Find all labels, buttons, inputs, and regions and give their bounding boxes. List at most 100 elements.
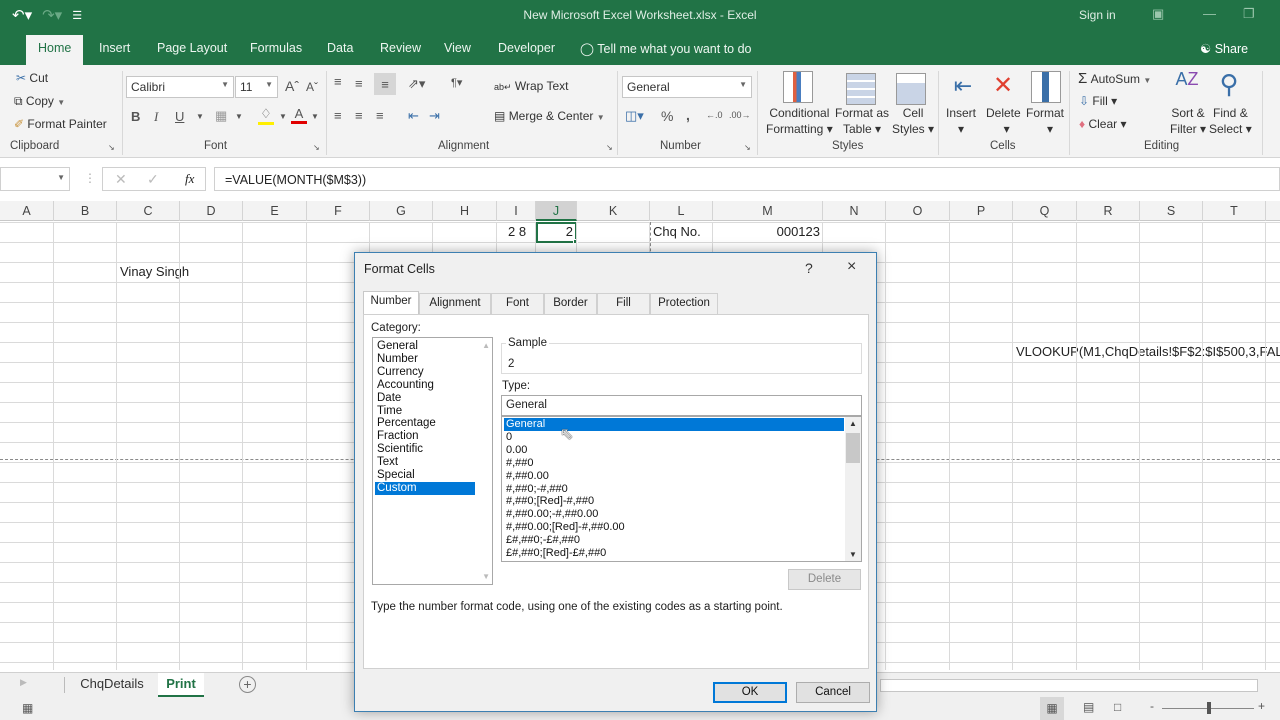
- type-list-item[interactable]: 0: [504, 431, 844, 444]
- cell-l1[interactable]: Chq No.: [653, 224, 701, 239]
- dialog-tab-fill[interactable]: Fill: [597, 293, 650, 314]
- percent-style-button[interactable]: %: [661, 108, 673, 124]
- tab-home[interactable]: Home: [26, 35, 84, 65]
- column-header-a[interactable]: A: [0, 201, 54, 221]
- increase-decimal-icon[interactable]: ←.0: [706, 110, 723, 120]
- type-list-item[interactable]: £#,##0;[Red]-£#,##0: [504, 547, 844, 560]
- underline-button[interactable]: U: [175, 109, 184, 124]
- scroll-down-icon[interactable]: ▼: [849, 550, 857, 559]
- autosum-button[interactable]: Σ AutoSum ▼: [1078, 70, 1151, 87]
- category-item-scientific[interactable]: Scientific: [375, 443, 475, 456]
- cell-i1[interactable]: 2 8: [508, 224, 526, 239]
- column-header-j[interactable]: J: [536, 201, 577, 221]
- column-header-q[interactable]: Q: [1013, 201, 1077, 221]
- type-list-item[interactable]: #,##0.00;[Red]-#,##0.00: [504, 521, 844, 534]
- insert-button[interactable]: Insert ▾: [946, 105, 976, 137]
- dialog-tab-border[interactable]: Border: [544, 293, 597, 314]
- format-as-table-button[interactable]: Format as Table ▾: [835, 105, 889, 137]
- column-header-k[interactable]: K: [577, 201, 650, 221]
- clear-button[interactable]: ♦ Clear ▾: [1079, 117, 1127, 131]
- zoom-in-icon[interactable]: +: [1258, 699, 1265, 713]
- borders-icon[interactable]: ▦: [215, 108, 227, 124]
- minimize-icon[interactable]: —: [1203, 6, 1216, 21]
- increase-font-size-icon[interactable]: Aˆ: [285, 78, 299, 94]
- type-list-scrollbar[interactable]: ▲ ▼: [845, 417, 861, 561]
- column-header-b[interactable]: B: [54, 201, 117, 221]
- type-list-item[interactable]: #,##0;[Red]-#,##0: [504, 495, 844, 508]
- font-size-select[interactable]: 11 ▼: [235, 76, 278, 98]
- category-item-accounting[interactable]: Accounting: [375, 379, 475, 392]
- column-header-t[interactable]: T: [1203, 201, 1266, 221]
- zoom-slider-thumb[interactable]: [1207, 702, 1211, 714]
- chevron-down-icon[interactable]: ▼: [57, 173, 65, 182]
- page-layout-view-icon[interactable]: ▤: [1083, 700, 1094, 714]
- merge-center-button[interactable]: ▤ Merge & Center ▼: [494, 109, 605, 123]
- align-center-icon[interactable]: ≡: [355, 108, 363, 123]
- category-item-custom[interactable]: Custom: [375, 481, 475, 495]
- chevron-down-icon[interactable]: ▼: [235, 112, 243, 121]
- new-sheet-icon[interactable]: +: [239, 676, 256, 693]
- help-button[interactable]: ?: [805, 260, 813, 276]
- sheet-tab-print[interactable]: Print: [158, 673, 204, 697]
- decrease-indent-icon[interactable]: ⇤: [408, 108, 419, 124]
- delete-format-button[interactable]: Delete: [788, 569, 861, 590]
- cell-q7[interactable]: VLOOKUP(M1,ChqDetails!$F$2:$I$500,3,FAL: [1016, 344, 1280, 359]
- column-header-r[interactable]: R: [1077, 201, 1140, 221]
- type-list-item[interactable]: £#,##0;-£#,##0: [504, 534, 844, 547]
- conditional-formatting-button[interactable]: Conditional Formatting ▾: [766, 105, 833, 137]
- column-header-d[interactable]: D: [180, 201, 243, 221]
- cell-j1[interactable]: 2: [540, 224, 573, 239]
- orientation-icon[interactable]: ⇗▾: [408, 76, 425, 92]
- category-item-fraction[interactable]: Fraction: [375, 430, 475, 443]
- scroll-thumb[interactable]: [846, 433, 860, 463]
- scroll-up-icon[interactable]: ▲: [482, 341, 490, 350]
- restore-icon[interactable]: ❐: [1243, 6, 1255, 22]
- type-list-item[interactable]: #,##0;-#,##0: [504, 483, 844, 496]
- type-list-item[interactable]: #,##0: [504, 457, 844, 470]
- fill-button[interactable]: ⇩ Fill ▾: [1079, 94, 1117, 108]
- cancel-entry-icon[interactable]: ✕: [115, 171, 127, 188]
- dialog-tab-alignment[interactable]: Alignment: [419, 293, 491, 314]
- top-align-icon[interactable]: ≡: [334, 74, 342, 89]
- formula-bar-grip[interactable]: ⋮: [84, 171, 96, 185]
- text-direction-icon[interactable]: ¶▾: [451, 76, 462, 89]
- tab-data[interactable]: Data: [327, 41, 353, 55]
- chevron-down-icon[interactable]: ▼: [279, 112, 287, 121]
- increase-indent-icon[interactable]: ⇥: [429, 108, 440, 124]
- find-select-button[interactable]: Find & Select ▾: [1209, 105, 1252, 137]
- format-button[interactable]: Format ▾: [1026, 105, 1064, 137]
- align-left-icon[interactable]: ≡: [334, 108, 342, 123]
- name-box[interactable]: ▼: [0, 167, 70, 191]
- column-header-i[interactable]: I: [497, 201, 536, 221]
- tab-view[interactable]: View: [444, 41, 471, 55]
- dialog-launcher-icon[interactable]: ↘: [313, 143, 320, 152]
- chevron-down-icon[interactable]: ▼: [196, 112, 204, 121]
- column-header-p[interactable]: P: [950, 201, 1013, 221]
- horizontal-scrollbar[interactable]: [880, 679, 1258, 692]
- cell-styles-button[interactable]: Cell Styles ▾: [892, 105, 934, 137]
- italic-button[interactable]: I: [154, 109, 158, 125]
- chevron-down-icon[interactable]: ▼: [311, 112, 319, 121]
- wrap-text-button[interactable]: ab↵ Wrap Text: [494, 79, 568, 93]
- align-right-icon[interactable]: ≡: [376, 108, 384, 123]
- type-list-item[interactable]: General: [504, 418, 844, 431]
- format-painter-button[interactable]: ✐ Format Painter: [14, 117, 107, 131]
- close-button[interactable]: ×: [847, 258, 856, 276]
- zoom-out-icon[interactable]: -: [1150, 699, 1154, 713]
- dialog-launcher-icon[interactable]: ↘: [108, 143, 115, 152]
- category-item-currency[interactable]: Currency: [375, 366, 475, 379]
- tell-me-box[interactable]: ◯ Tell me what you want to do: [580, 41, 752, 56]
- type-list-item[interactable]: 0.00: [504, 444, 844, 457]
- category-list[interactable]: ▲ ▼ General Number Currency Accounting Date T…: [372, 337, 493, 585]
- sort-filter-button[interactable]: Sort & Filter ▾: [1170, 105, 1206, 137]
- delete-button[interactable]: Delete ▾: [986, 105, 1021, 137]
- dialog-tab-font[interactable]: Font: [491, 293, 544, 314]
- dialog-tab-number[interactable]: Number: [363, 291, 419, 315]
- type-list-item[interactable]: #,##0.00: [504, 470, 844, 483]
- category-item-percentage[interactable]: Percentage: [375, 417, 475, 430]
- category-item-text[interactable]: Text: [375, 456, 475, 469]
- decrease-decimal-icon[interactable]: .00→: [729, 110, 751, 120]
- sign-in-link[interactable]: Sign in: [1079, 8, 1116, 22]
- tab-page-layout[interactable]: Page Layout: [157, 41, 227, 55]
- cancel-button[interactable]: Cancel: [796, 682, 870, 703]
